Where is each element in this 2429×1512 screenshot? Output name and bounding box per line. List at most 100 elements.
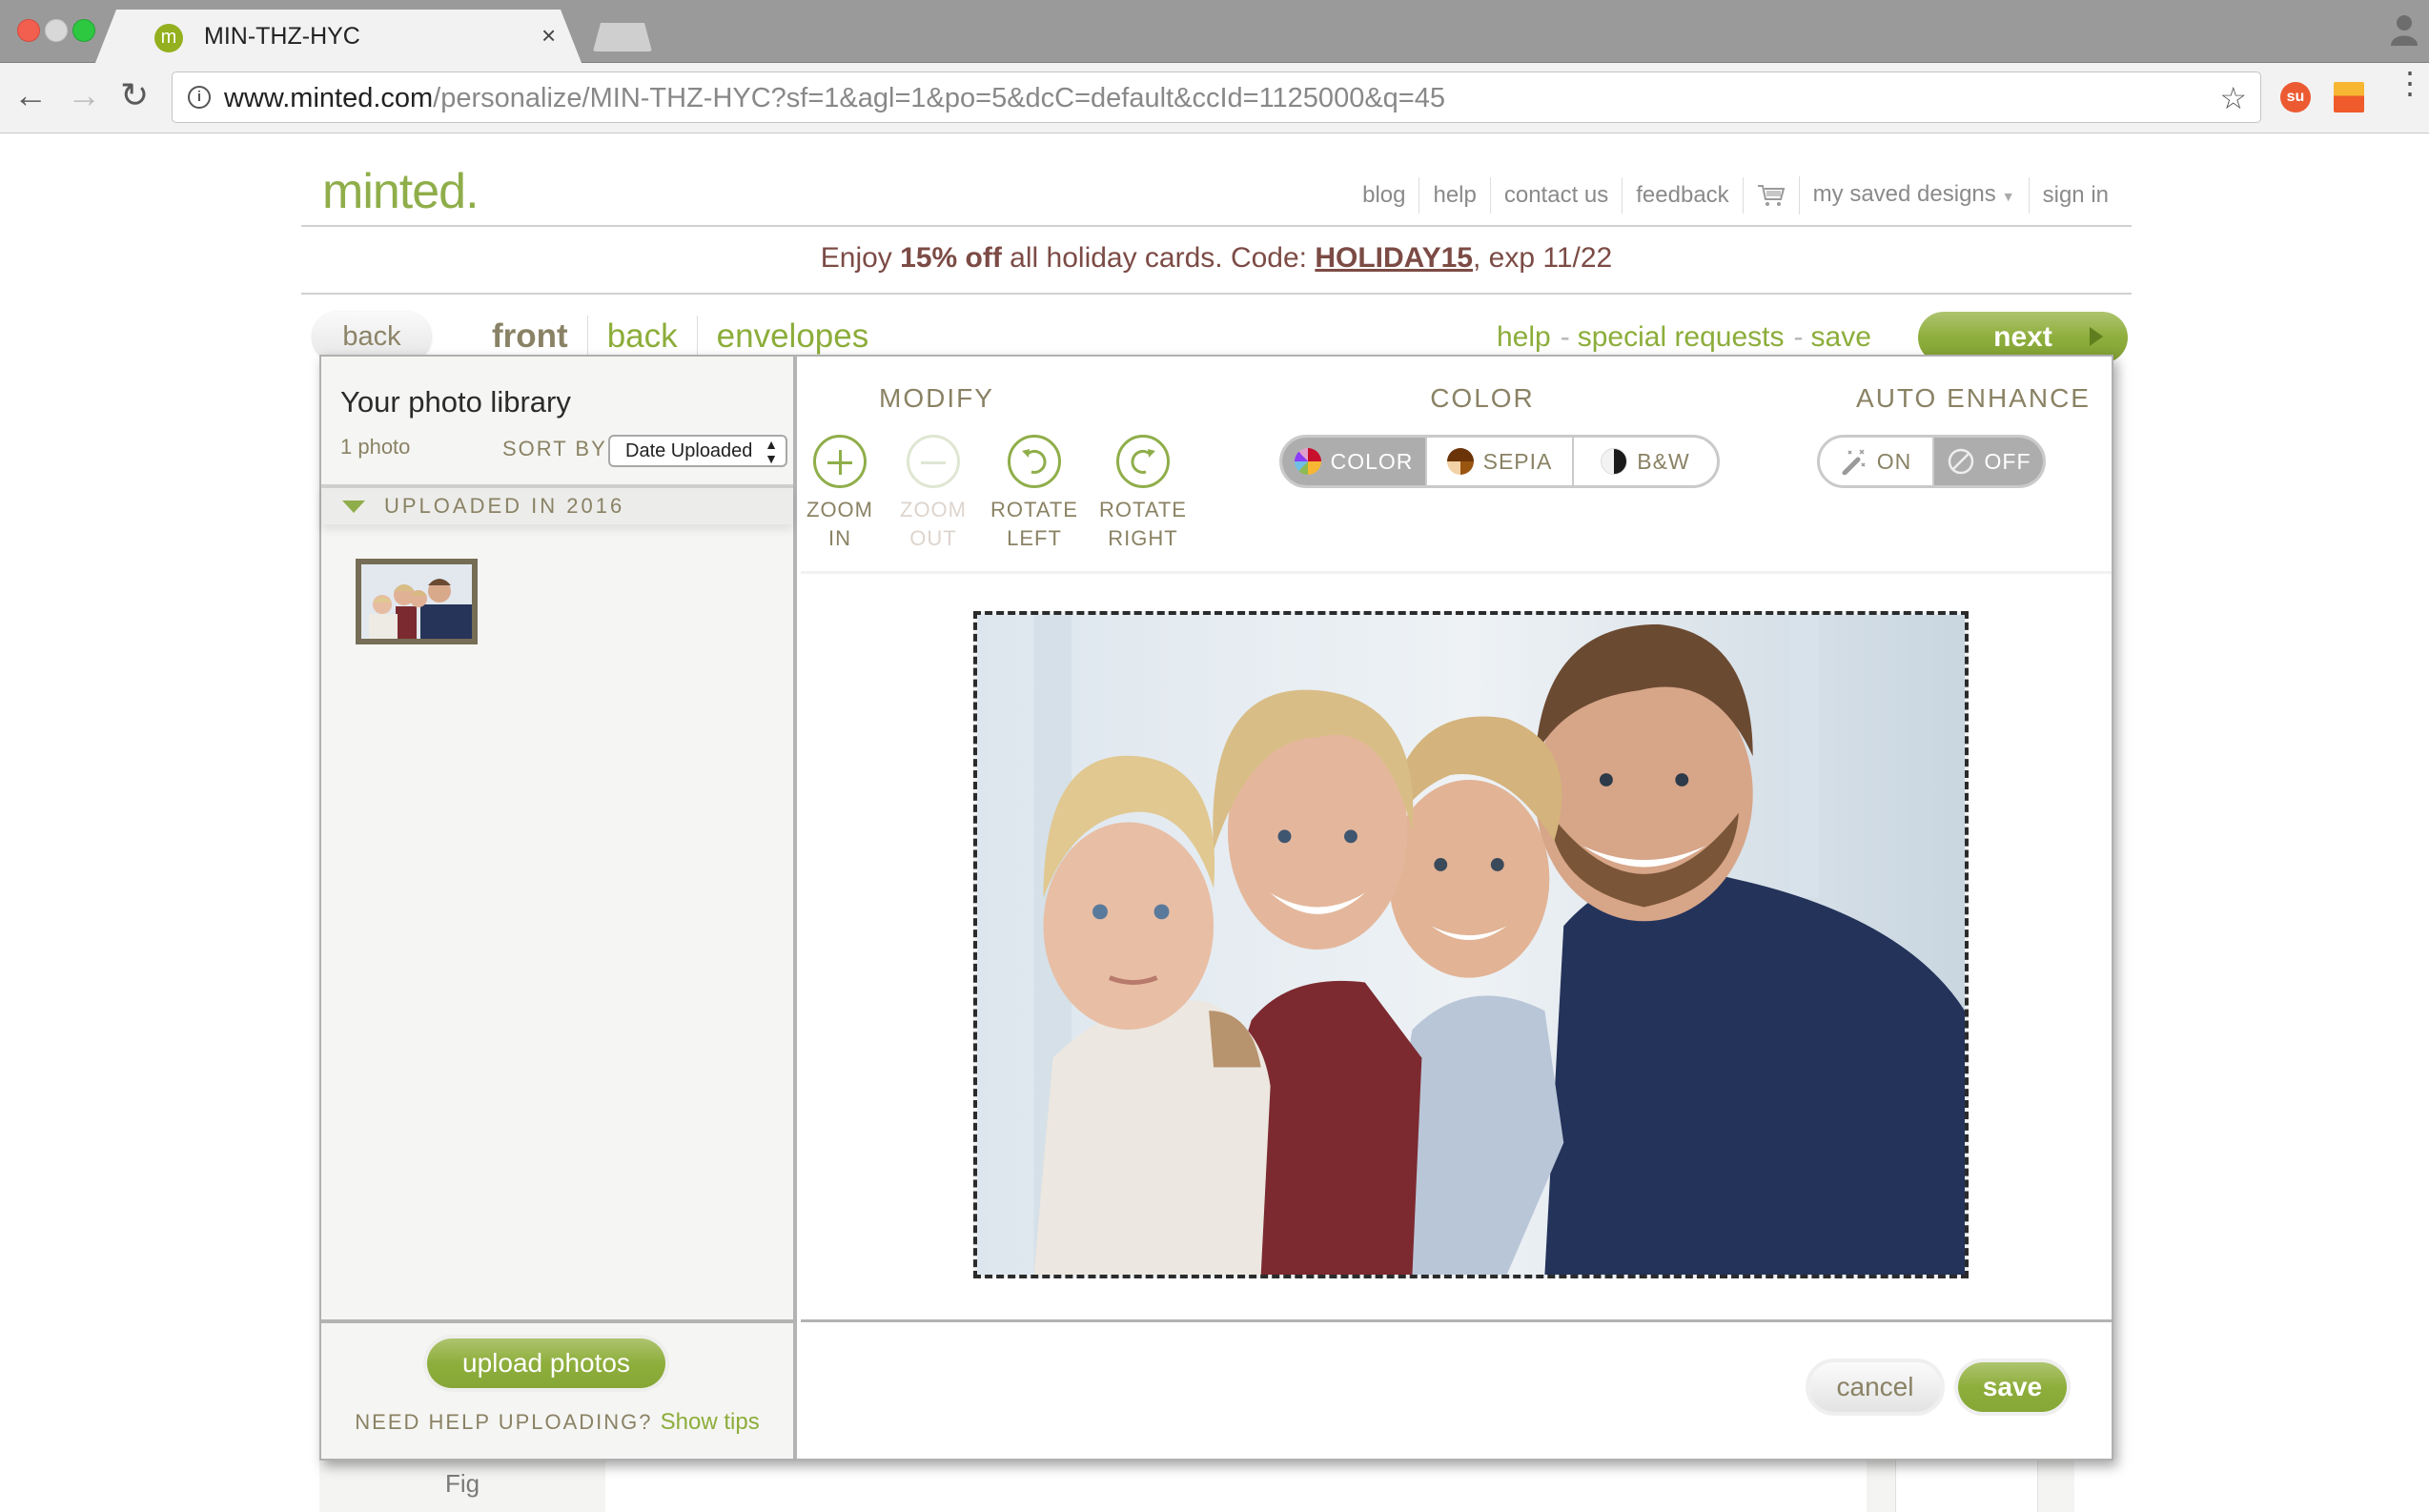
new-tab-button[interactable] [593, 23, 652, 51]
color-option-sepia[interactable]: SEPIA [1425, 438, 1572, 485]
zoom-out-icon [907, 435, 960, 488]
next-label: next [1993, 321, 2052, 353]
photo-crop-area[interactable] [973, 611, 1969, 1278]
auto-enhance-title: AUTO ENHANCE [1856, 383, 2091, 413]
promo-code-link[interactable]: HOLIDAY15 [1315, 242, 1473, 274]
cart-icon[interactable] [1742, 177, 1799, 214]
upload-help-text: NEED HELP UPLOADING? [355, 1410, 653, 1434]
browser-menu-icon[interactable]: ⋮ [2395, 68, 2425, 98]
site-info-icon[interactable]: i [188, 86, 211, 109]
save-link[interactable]: save [1811, 321, 1871, 353]
tab-title: MIN-THZ-HYC [204, 23, 360, 50]
thumbnail-photo-art [361, 564, 472, 639]
auto-enhance-off[interactable]: OFF [1932, 438, 2043, 485]
stumbleupon-extension-icon[interactable]: su [2280, 82, 2311, 112]
prohibited-icon [1948, 448, 1973, 475]
show-tips-link[interactable]: Show tips [661, 1409, 760, 1435]
select-arrows-icon: ▲ ▼ [765, 437, 778, 466]
library-footer: upload photos NEED HELP UPLOADING? Show … [321, 1319, 793, 1459]
rotate-left-icon [1008, 435, 1061, 488]
help-link[interactable]: help [1497, 321, 1551, 353]
promo-suffix: , exp 11/22 [1472, 242, 1613, 274]
auto-enhance-on[interactable]: ON [1820, 438, 1932, 485]
minted-logo[interactable]: minted. [322, 163, 480, 220]
special-requests-link[interactable]: special requests [1578, 321, 1785, 353]
url-path: /personalize/MIN-THZ-HYC?sf=1&agl=1&po=5… [433, 83, 1445, 113]
header-divider [301, 225, 2132, 227]
family-photo-thumbnail-image [361, 564, 472, 639]
background-panel-right [1867, 1460, 2074, 1512]
photo-thumbnail[interactable] [356, 559, 478, 644]
chevron-down-icon: ▼ [2001, 189, 2015, 204]
zoom-out-button[interactable]: ZOOM OUT [881, 435, 986, 553]
promo-banner: Enjoy 15% off all holiday cards. Code: H… [301, 242, 2132, 275]
nav-my-saved-designs[interactable]: my saved designs ▼ [1798, 176, 2029, 215]
rotate-right-icon [1116, 435, 1170, 488]
editor-toolbar: MODIFY ZOOM IN ZOOM OUT ROTATE LEFT ROTATE R… [801, 357, 2112, 574]
nav-help[interactable]: help [1419, 177, 1489, 214]
photo-editor: MODIFY ZOOM IN ZOOM OUT ROTATE LEFT ROTATE R… [801, 357, 2112, 1459]
nav-sign-in[interactable]: sign in [2028, 177, 2122, 214]
promo-middle: all holiday cards. Code: [1001, 242, 1316, 274]
promo-discount: 15% off [900, 242, 1002, 274]
zoom-in-label: ZOOM IN [806, 498, 873, 550]
sort-by-select[interactable]: Date Uploaded ▲ ▼ [608, 435, 787, 467]
tab-envelopes[interactable]: envelopes [696, 316, 888, 358]
url-text[interactable]: www.minted.com/personalize/MIN-THZ-HYC?s… [224, 83, 1445, 114]
browser-toolbar: ← → ↻ i www.minted.com/personalize/MIN-T… [0, 63, 2429, 133]
upload-help: NEED HELP UPLOADING? Show tips [321, 1409, 793, 1436]
bw-swatch-icon [1601, 448, 1628, 475]
upload-group-header[interactable]: UPLOADED IN 2016 [321, 484, 793, 524]
color-wheel-icon [1294, 448, 1321, 475]
rotate-left-label: ROTATE LEFT [990, 498, 1078, 550]
triangle-down-icon [342, 501, 365, 513]
header-nav: blog help contact us feedback my saved d… [1349, 176, 2122, 215]
rotate-left-button[interactable]: ROTATE LEFT [982, 435, 1087, 553]
profile-icon[interactable] [2391, 13, 2418, 46]
saved-designs-label: my saved designs [1812, 181, 1996, 207]
editor-footer: cancel save [801, 1319, 2112, 1459]
tab-front[interactable]: front [482, 316, 587, 358]
promo-prefix: Enjoy [820, 242, 901, 274]
card-side-tabs: front back envelopes [482, 316, 888, 358]
window-minimize-button[interactable] [45, 19, 68, 42]
photo-count: 1 photo [340, 435, 411, 459]
group-label: UPLOADED IN 2016 [384, 494, 625, 518]
rotate-right-button[interactable]: ROTATE RIGHT [1091, 435, 1195, 553]
tab-close-icon[interactable]: × [541, 21, 556, 51]
auto-enhance-toggle: ON OFF [1817, 435, 2046, 488]
browser-tab[interactable]: m MIN-THZ-HYC × [95, 10, 582, 63]
forward-arrow-icon[interactable]: → [67, 78, 101, 112]
color-option-bw[interactable]: B&W [1572, 438, 1717, 485]
nav-contact-us[interactable]: contact us [1489, 177, 1622, 214]
nav-blog[interactable]: blog [1349, 177, 1419, 214]
background-card [1895, 1460, 2038, 1512]
bookmark-star-icon[interactable]: ☆ [2219, 80, 2247, 116]
save-button[interactable]: save [1958, 1362, 2067, 1412]
library-title: Your photo library [340, 385, 571, 419]
url-host: www.minted.com [224, 83, 434, 113]
cancel-button[interactable]: cancel [1809, 1362, 1941, 1412]
modify-title: MODIFY [879, 383, 994, 413]
window-close-button[interactable] [17, 19, 40, 42]
family-photo [977, 615, 1965, 1275]
upload-photos-button[interactable]: upload photos [427, 1338, 665, 1388]
photo-editor-modal: Your photo library 1 photo SORT BY Date … [319, 355, 2113, 1461]
browser-tab-strip: m MIN-THZ-HYC × [0, 0, 2429, 63]
magic-wand-icon [1842, 449, 1866, 475]
tab-back[interactable]: back [586, 316, 697, 358]
nav-feedback[interactable]: feedback [1622, 177, 1742, 214]
window-zoom-button[interactable] [72, 19, 95, 42]
color-mode-toggle: COLOR SEPIA B&W [1279, 435, 1720, 488]
zoom-in-button[interactable]: ZOOM IN [787, 435, 892, 553]
font-option-fig[interactable]: Fig [319, 1469, 605, 1499]
zoom-in-icon [813, 435, 867, 488]
back-arrow-icon[interactable]: ← [13, 78, 48, 112]
color-title: COLOR [1430, 383, 1535, 413]
analytics-extension-icon[interactable] [2334, 82, 2364, 112]
rotate-right-label: ROTATE RIGHT [1099, 498, 1187, 550]
reload-icon[interactable]: ↻ [120, 78, 149, 112]
color-option-color[interactable]: COLOR [1282, 438, 1425, 485]
address-bar[interactable]: i www.minted.com/personalize/MIN-THZ-HYC… [172, 72, 2261, 123]
sort-by-label: SORT BY [502, 437, 607, 460]
